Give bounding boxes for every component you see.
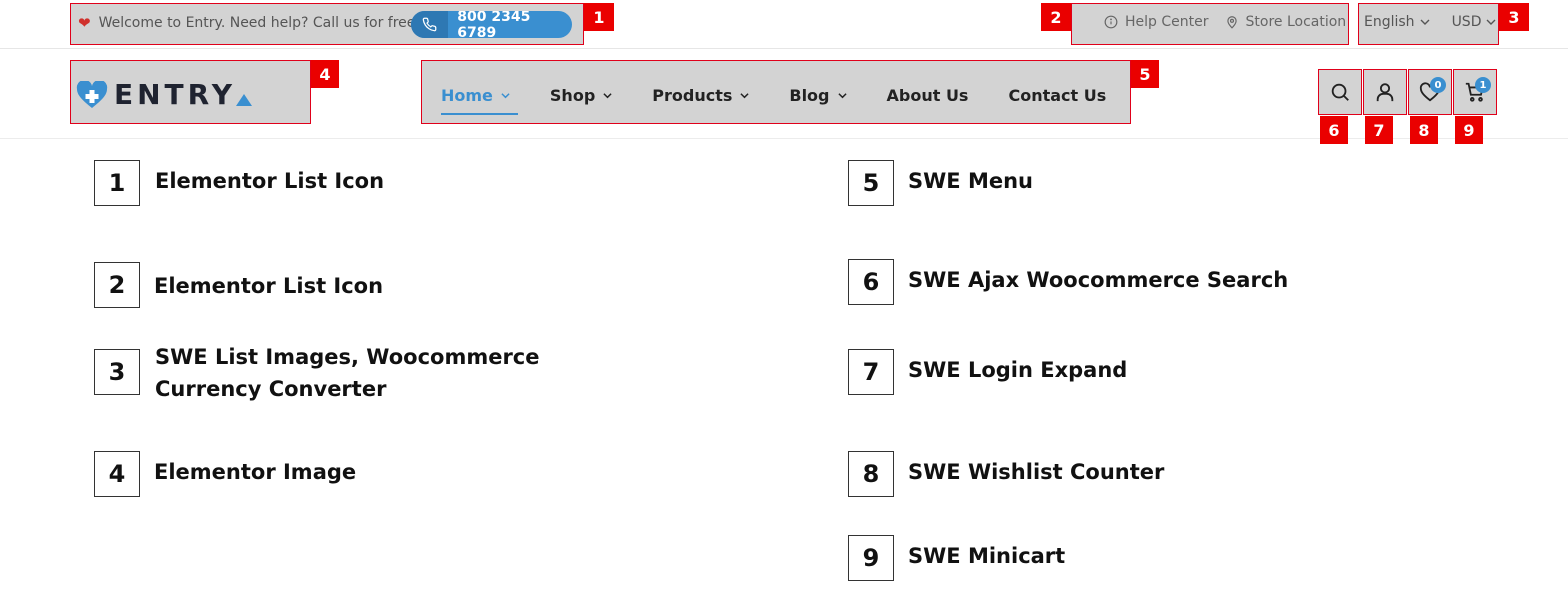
nav-item-products[interactable]: Products: [652, 80, 749, 110]
search-icon: [1331, 83, 1349, 101]
nav-item-about-us[interactable]: About Us: [887, 80, 969, 110]
language-currency-switcher: English USD: [1364, 14, 1496, 30]
main-navigation: Home Shop Products Blog About Us Contact…: [441, 80, 1106, 115]
legend-label: SWE List Images, Woocommerce Currency Co…: [155, 341, 540, 405]
phone-button[interactable]: 800 2345 6789: [411, 11, 572, 38]
nav-item-contact-us[interactable]: Contact Us: [1008, 80, 1106, 110]
user-icon: [1376, 83, 1394, 102]
nav-label: Shop: [549, 85, 596, 105]
legend-number-box: 3: [94, 349, 140, 395]
nav-label: Home: [441, 85, 493, 105]
marker-4: 4: [311, 60, 339, 88]
store-location-label: Store Location: [1245, 14, 1347, 30]
legend-label: SWE Login Expand: [908, 358, 1128, 382]
nav-item-home[interactable]: Home: [441, 80, 518, 115]
search-button[interactable]: [1318, 69, 1362, 115]
legend-number-box: 8: [848, 451, 894, 497]
marker-9: 9: [1455, 116, 1483, 144]
legend-label: SWE Minicart: [908, 544, 1066, 568]
legend-label: Elementor List Icon: [155, 169, 385, 193]
marker-2: 2: [1041, 3, 1071, 31]
legend-label: SWE Menu: [908, 169, 1033, 193]
cart-count-badge: 1: [1475, 77, 1491, 93]
chevron-down-icon: [837, 92, 847, 98]
help-links: Help Center Store Location: [1104, 14, 1346, 30]
marker-8: 8: [1410, 116, 1438, 144]
phone-icon: [411, 11, 449, 38]
welcome-text: Welcome to Entry. Need help? Call us for…: [98, 15, 416, 31]
legend-label: SWE Ajax Woocommerce Search: [908, 268, 1289, 292]
language-label: English: [1364, 14, 1415, 30]
nav-item-shop[interactable]: Shop: [550, 80, 612, 110]
chevron-down-icon: [501, 92, 510, 98]
legend-number-box: 6: [848, 259, 894, 305]
marker-3: 3: [1499, 3, 1529, 31]
phone-number: 800 2345 6789: [457, 11, 531, 38]
legend-number-box: 1: [94, 160, 140, 206]
currency-label: USD: [1451, 14, 1482, 30]
wishlist-count-badge: 0: [1430, 77, 1446, 93]
legend-label: Elementor List Icon: [154, 274, 384, 298]
help-center-label: Help Center: [1125, 14, 1209, 30]
marker-5: 5: [1131, 60, 1159, 88]
info-icon: [1104, 15, 1118, 29]
nav-label: Contact Us: [1008, 85, 1107, 105]
logo-triangle-icon: [235, 93, 252, 106]
help-center-link[interactable]: Help Center: [1104, 14, 1209, 30]
marker-7: 7: [1365, 116, 1393, 144]
heart-icon: ❤: [78, 14, 91, 32]
nav-label: About Us: [886, 85, 969, 105]
legend-label-line: SWE List Images, Woocommerce: [155, 345, 540, 369]
legend-label: Elementor Image: [154, 460, 357, 484]
wishlist-button[interactable]: 0: [1408, 69, 1452, 115]
legend-number-box: 9: [848, 535, 894, 581]
chevron-down-icon: [1420, 19, 1430, 25]
marker-6: 6: [1320, 116, 1348, 144]
legend-number-box: 4: [94, 451, 140, 497]
minicart-button[interactable]: 1: [1453, 69, 1497, 115]
nav-label: Products: [652, 85, 733, 105]
heart-plus-logo-icon: [76, 80, 108, 108]
legend-label-line: Currency Converter: [155, 377, 387, 401]
chevron-down-icon: [1486, 19, 1496, 25]
language-dropdown[interactable]: English: [1364, 14, 1430, 30]
legend-number-box: 7: [848, 349, 894, 395]
account-button[interactable]: [1363, 69, 1407, 115]
marker-1: 1: [584, 3, 614, 31]
site-logo[interactable]: ENTRY: [76, 78, 252, 111]
chevron-down-icon: [603, 92, 612, 98]
legend-number-box: 2: [94, 262, 140, 308]
nav-label: Blog: [789, 85, 830, 105]
topbar-divider: [0, 48, 1568, 49]
logo-text: ENTRY: [114, 78, 236, 111]
legend-number-box: 5: [848, 160, 894, 206]
chevron-down-icon: [740, 92, 749, 98]
nav-item-blog[interactable]: Blog: [789, 80, 847, 110]
legend-label: SWE Wishlist Counter: [908, 460, 1165, 484]
welcome-message: ❤ Welcome to Entry. Need help? Call us f…: [78, 14, 415, 32]
currency-dropdown[interactable]: USD: [1452, 14, 1497, 30]
map-pin-icon: [1226, 16, 1237, 29]
store-location-link[interactable]: Store Location: [1225, 14, 1347, 30]
